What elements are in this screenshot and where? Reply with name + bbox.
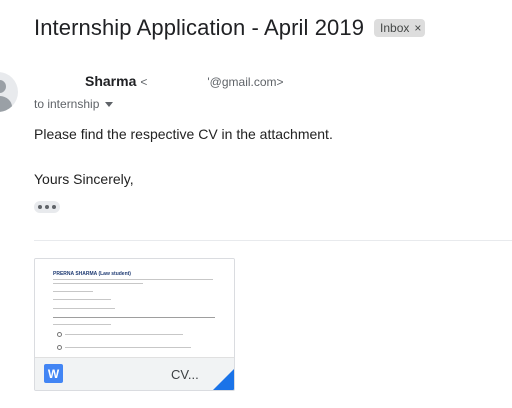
preview-text-line <box>53 299 111 300</box>
preview-doc-title: PRERNA SHARMA (Law student) <box>53 271 131 277</box>
preview-rule <box>53 317 215 318</box>
word-doc-icon: W <box>44 364 63 383</box>
preview-text-line <box>65 347 191 348</box>
divider <box>34 240 512 241</box>
preview-text-line <box>53 324 111 325</box>
sender-email: '@gmail.com> <box>207 75 284 89</box>
sender-row: Sharma < '@gmail.com> <box>85 73 284 89</box>
recipient-text: to internship <box>34 97 100 111</box>
remove-label-icon[interactable]: × <box>414 21 421 35</box>
email-body-line: Please find the respective CV in the att… <box>34 126 333 142</box>
attachment-footer: W CV... <box>35 357 234 390</box>
inbox-label-chip[interactable]: Inbox × <box>374 19 426 37</box>
preview-text-line <box>65 334 183 335</box>
show-details-chevron-icon[interactable] <box>105 101 114 107</box>
sender-avatar[interactable] <box>0 72 18 112</box>
preview-text-line <box>53 291 93 292</box>
recipient-row[interactable]: to internship <box>34 97 114 111</box>
ellipsis-dot-icon <box>52 205 56 209</box>
attachment-preview: PRERNA SHARMA (Law student) <box>35 259 234 357</box>
ellipsis-dot-icon <box>45 205 49 209</box>
attachment-card[interactable]: PRERNA SHARMA (Law student) W CV... <box>34 258 235 391</box>
avatar-head-icon <box>0 80 6 93</box>
subject-row: Internship Application - April 2019 Inbo… <box>34 14 426 42</box>
ellipsis-dot-icon <box>38 205 42 209</box>
sender-email-redacted <box>147 85 207 86</box>
avatar-body-icon <box>0 96 12 112</box>
email-subject: Internship Application - April 2019 <box>34 15 365 40</box>
page-fold-icon <box>212 369 234 390</box>
show-trimmed-content-button[interactable] <box>34 201 60 213</box>
attachment-file-name: CV... <box>171 367 199 382</box>
sender-name[interactable]: Sharma <box>85 73 136 89</box>
preview-text-line <box>53 279 213 280</box>
sender-email-open: < <box>140 75 148 89</box>
preview-bullet-icon <box>57 345 62 350</box>
email-signoff: Yours Sincerely, <box>34 171 134 187</box>
preview-text-line <box>53 308 115 309</box>
inbox-label-text: Inbox <box>380 21 410 35</box>
preview-bullet-icon <box>57 332 62 337</box>
preview-text-line <box>53 283 143 284</box>
